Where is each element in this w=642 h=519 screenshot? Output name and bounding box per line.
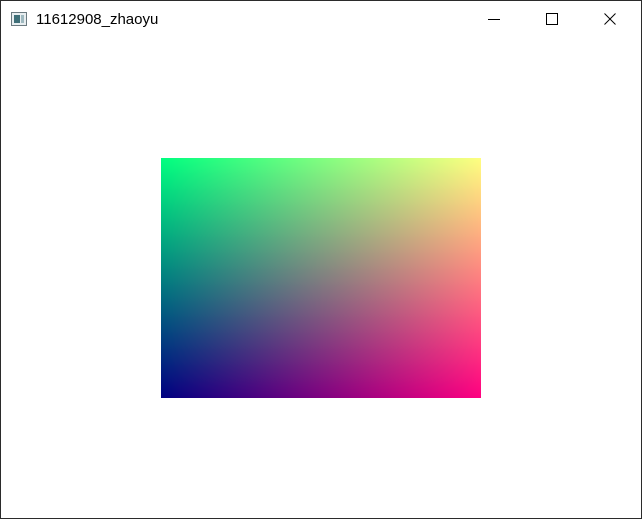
close-button[interactable] — [581, 1, 639, 38]
window-title: 11612908_zhaoyu — [36, 11, 159, 28]
app-icon-pane-left — [14, 15, 20, 23]
gradient-top-layer — [161, 158, 481, 398]
render-canvas — [1, 38, 641, 518]
app-window-icon[interactable] — [11, 12, 27, 26]
app-window: 11612908_zhaoyu — [0, 0, 642, 519]
maximize-icon — [546, 13, 558, 25]
gradient-rectangle — [161, 158, 481, 398]
title-bar[interactable]: 11612908_zhaoyu — [1, 1, 641, 38]
app-icon-pane-right — [21, 15, 24, 23]
gradient-rectangle-graphic — [161, 158, 481, 398]
close-icon — [604, 13, 616, 25]
minimize-button[interactable] — [465, 1, 523, 38]
maximize-button[interactable] — [523, 1, 581, 38]
minimize-icon — [488, 19, 500, 20]
